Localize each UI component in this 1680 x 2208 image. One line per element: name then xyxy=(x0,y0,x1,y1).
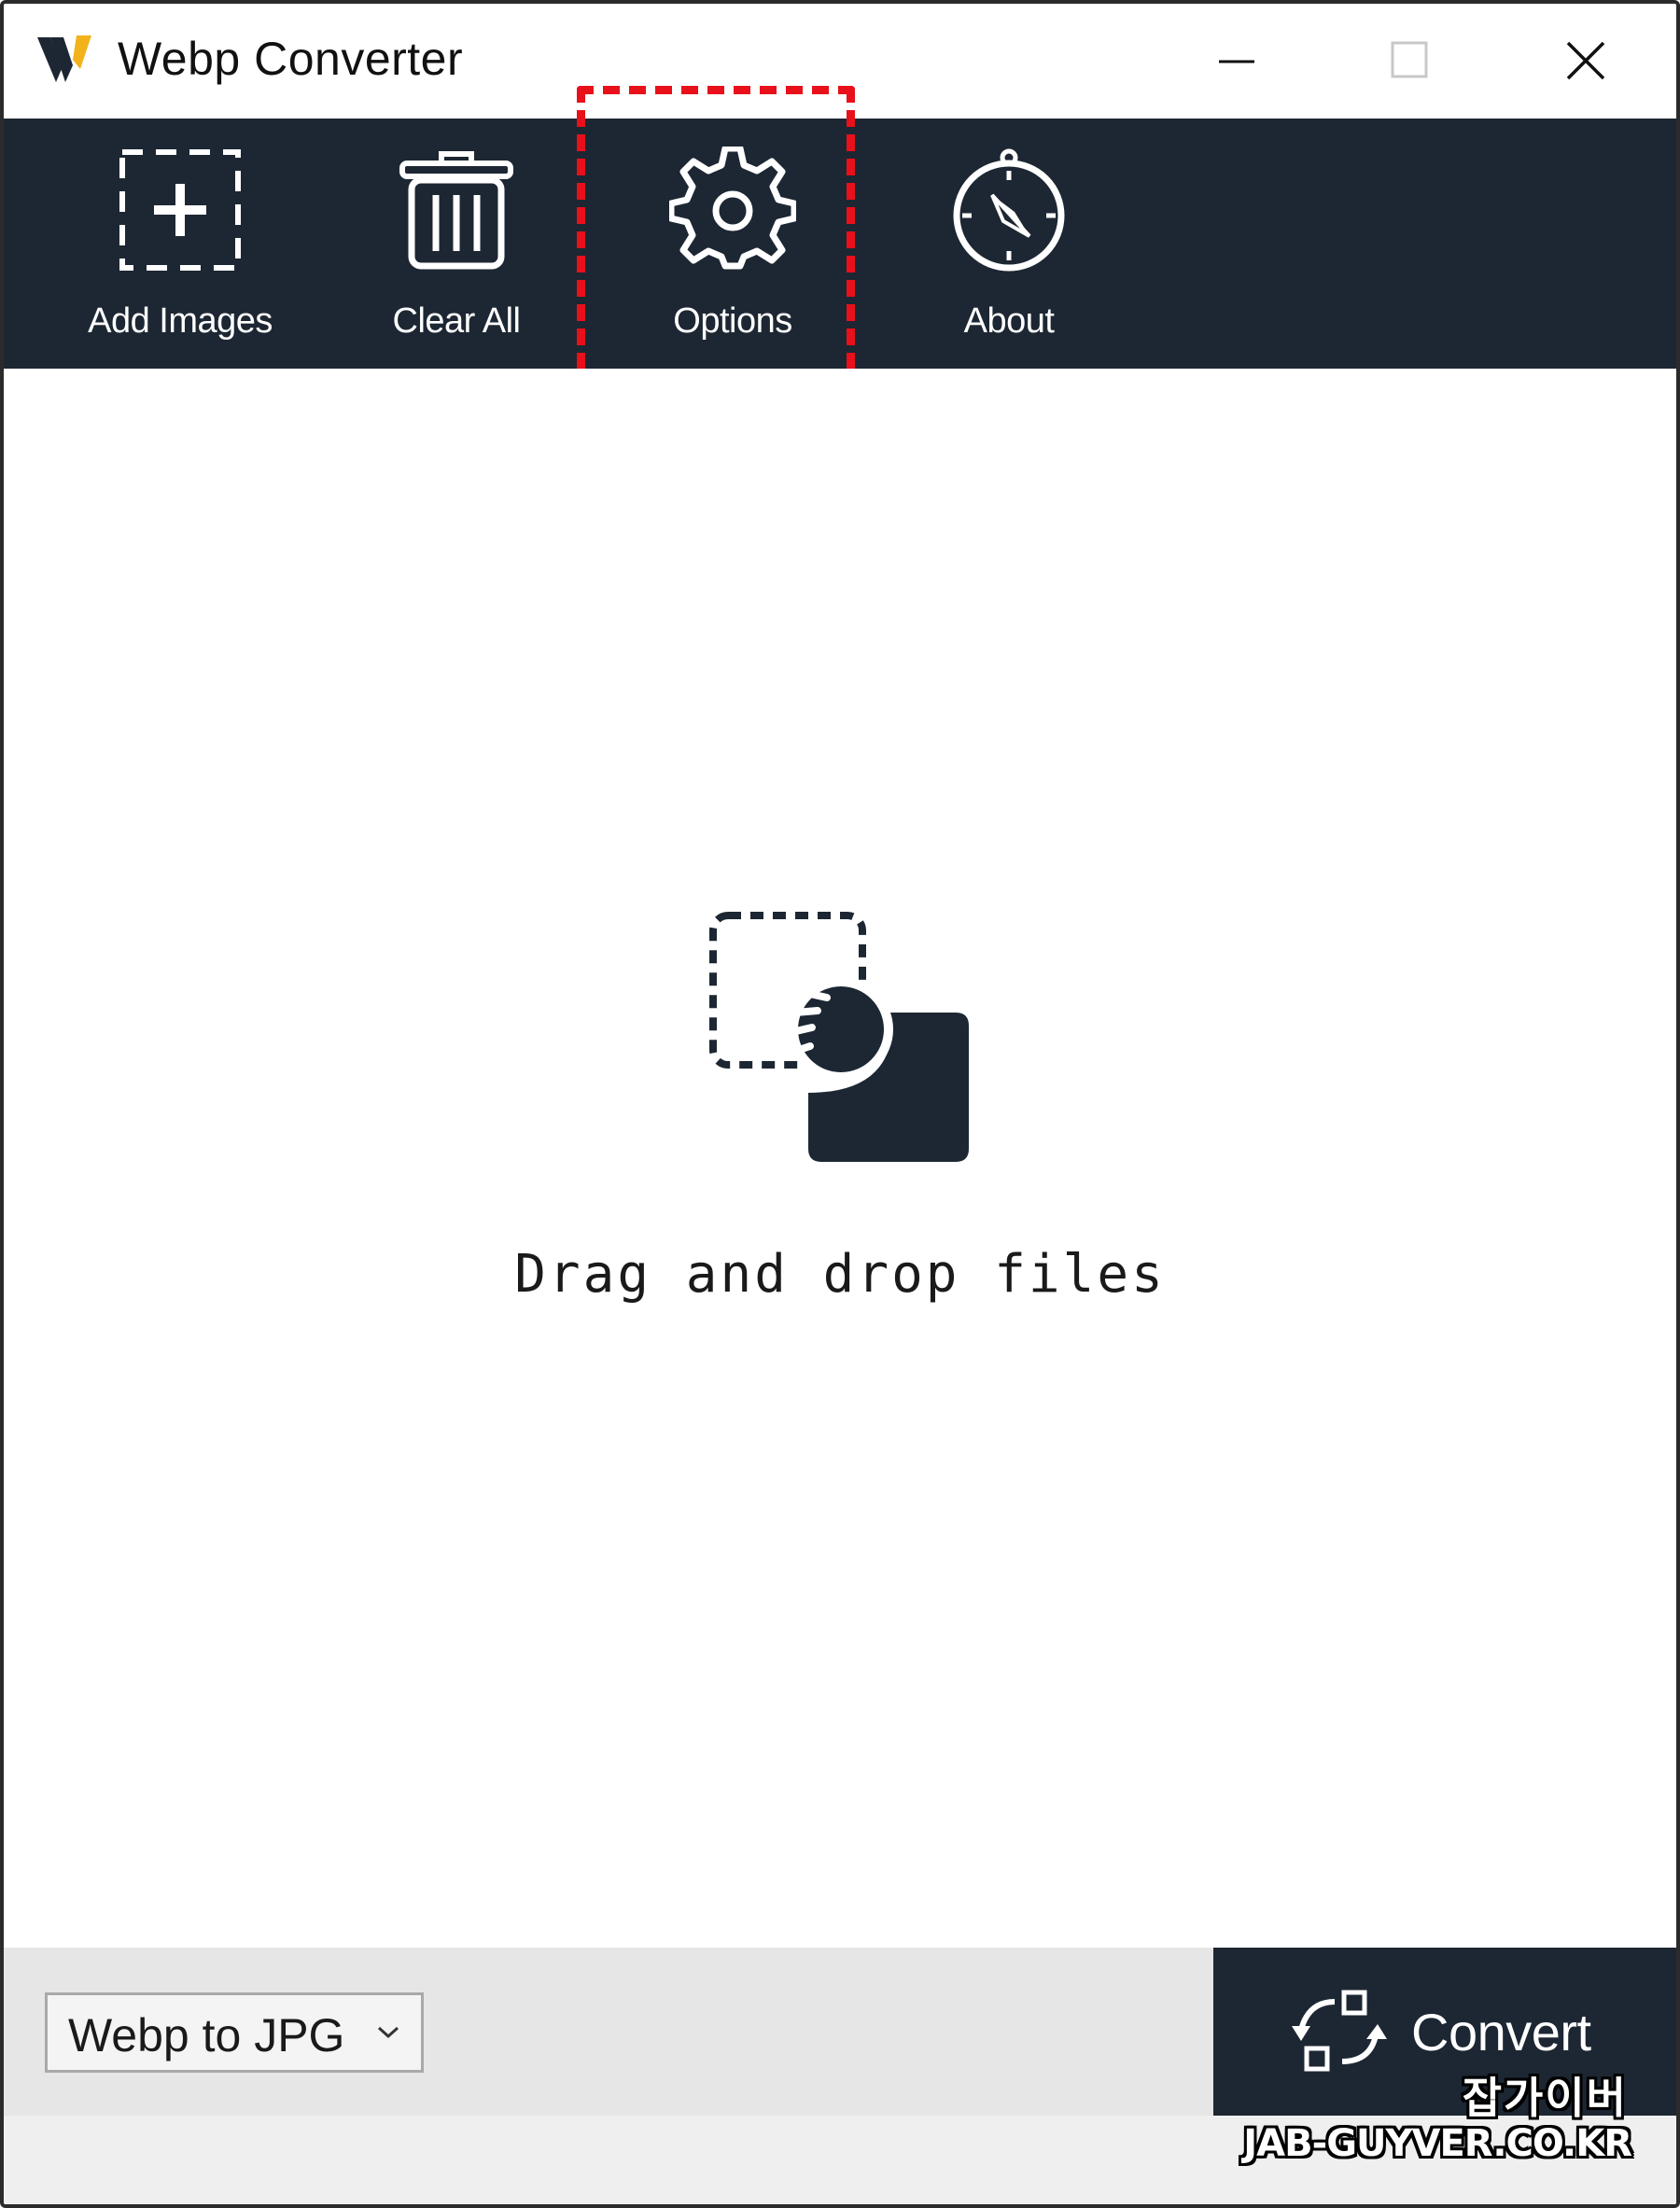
trash-icon xyxy=(399,151,513,270)
minimize-button[interactable] xyxy=(1208,32,1264,88)
add-image-icon xyxy=(119,149,241,271)
maximize-button[interactable] xyxy=(1380,32,1436,88)
convert-label: Convert xyxy=(1411,2003,1591,2061)
app-window: Webp Converter Add Images Clear All Opti… xyxy=(0,0,1680,2208)
bottom-bar: Webp to JPG Convert xyxy=(4,1948,1676,2116)
convert-icon xyxy=(1292,1990,1387,2072)
window-title: Webp Converter xyxy=(118,33,464,85)
about-label: About xyxy=(963,301,1055,341)
drag-drop-icon xyxy=(709,912,969,1162)
watermark-korean: 잡가이버 xyxy=(1462,2073,1628,2123)
format-dropdown[interactable]: Webp to JPG xyxy=(45,1992,424,2073)
format-selected-value: Webp to JPG xyxy=(68,2009,345,2061)
close-button[interactable] xyxy=(1557,32,1613,88)
chevron-down-icon xyxy=(377,2026,399,2039)
about-button[interactable]: About xyxy=(883,119,1135,369)
add-images-label: Add Images xyxy=(88,301,273,341)
watermark-site: JAB-GUYVER.CO.KR xyxy=(1243,2122,1632,2165)
drop-zone[interactable]: Drag and drop files xyxy=(4,369,1676,1948)
options-highlight-annotation xyxy=(577,86,855,394)
drop-instruction-text: Drag and drop files xyxy=(514,1244,1166,1305)
compass-icon xyxy=(953,148,1065,272)
app-logo-icon xyxy=(37,35,91,82)
clear-all-label: Clear All xyxy=(392,301,522,341)
clear-all-button[interactable]: Clear All xyxy=(330,119,582,369)
add-images-button[interactable]: Add Images xyxy=(54,119,306,369)
